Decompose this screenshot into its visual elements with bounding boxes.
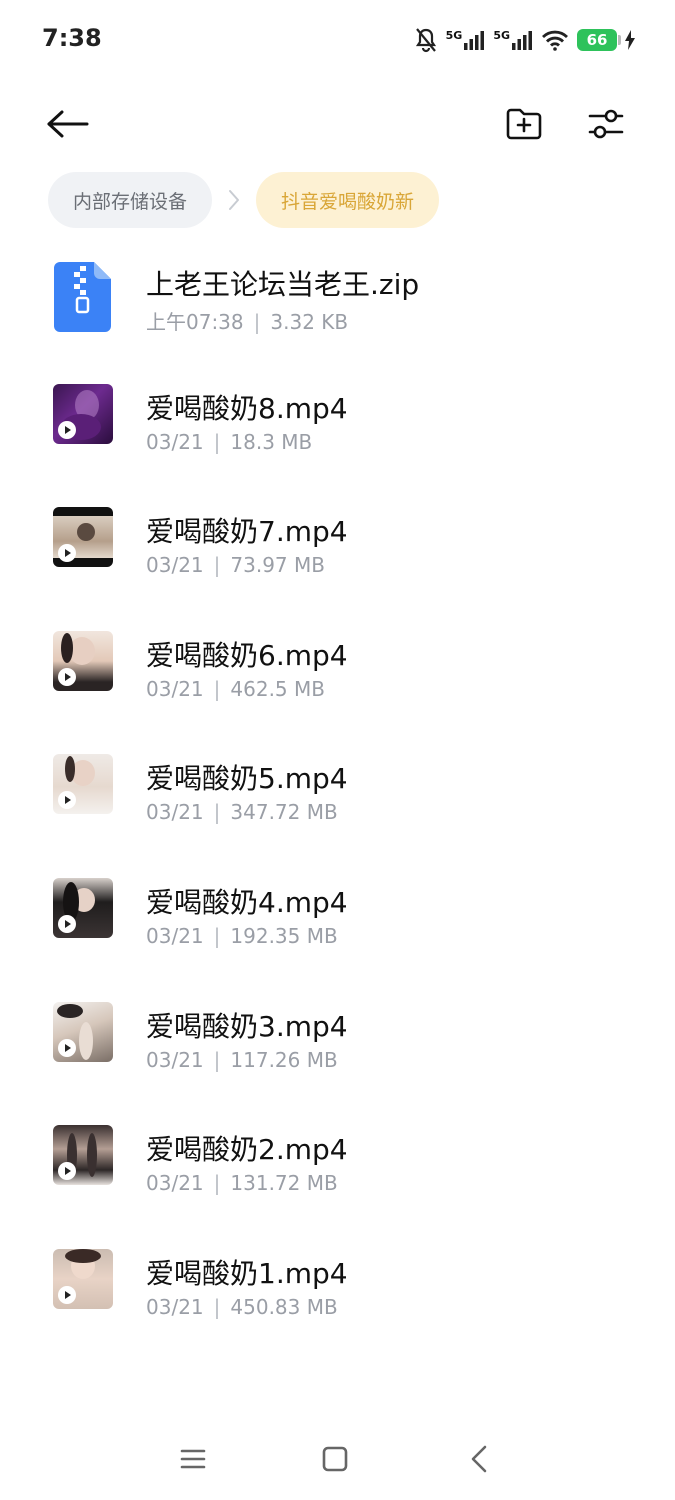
meta-separator: | [213,429,221,454]
file-date: 03/21 [146,1294,204,1319]
file-date: 03/21 [146,923,204,948]
system-back-button[interactable] [456,1438,502,1484]
status-bar: 7:38 5G 5G 66 [0,0,675,80]
meta-separator: | [213,923,221,948]
signal-5g-icon: 5G [446,29,486,51]
file-meta: 03/21 | 347.72 MB [146,800,338,824]
zip-file-icon [54,262,111,332]
status-time: 7:38 [42,24,102,52]
file-row[interactable]: 爱喝酸奶7.mp4 03/21 | 73.97 MB [0,487,675,611]
file-size: 131.72 MB [230,1171,338,1196]
file-meta: 03/21 | 131.72 MB [146,1171,338,1195]
back-button[interactable] [40,98,96,154]
file-meta: 03/21 | 462.5 MB [146,677,325,701]
play-icon [58,544,76,563]
chevron-left-icon [470,1445,488,1477]
file-row[interactable]: 爱喝酸奶6.mp4 03/21 | 462.5 MB [0,611,675,735]
file-date: 03/21 [146,1047,204,1072]
play-icon [58,1285,76,1304]
file-date: 03/21 [146,1171,204,1196]
file-name: 爱喝酸奶4.mp4 [146,885,348,919]
video-thumbnail [53,754,113,815]
meta-separator: | [213,800,221,825]
file-name: 爱喝酸奶8.mp4 [146,391,348,425]
file-date: 03/21 [146,800,204,825]
file-name: 爱喝酸奶7.mp4 [146,515,348,549]
file-row[interactable]: 爱喝酸奶1.mp4 03/21 | 450.83 MB [0,1229,675,1353]
file-meta: 上午07:38 | 3.32 KB [146,306,348,335]
chevron-right-icon [212,189,256,211]
file-size: 192.35 MB [230,923,338,948]
file-row[interactable]: 爱喝酸奶5.mp4 03/21 | 347.72 MB [0,734,675,858]
play-icon [58,420,76,439]
file-name: 爱喝酸奶6.mp4 [146,638,348,672]
new-folder-icon [505,107,543,145]
new-folder-button[interactable] [496,98,552,154]
home-button[interactable] [312,1438,358,1484]
meta-separator: | [213,1047,221,1072]
video-thumbnail [53,630,113,691]
file-size: 462.5 MB [230,676,325,701]
signal-5g-icon: 5G [493,29,533,51]
file-name: 爱喝酸奶2.mp4 [146,1133,348,1167]
mute-bell-icon [414,27,438,53]
meta-separator: | [213,676,221,701]
file-size: 117.26 MB [230,1047,338,1072]
file-date: 03/21 [146,553,204,578]
filter-sliders-icon [587,106,625,146]
file-row[interactable]: 爱喝酸奶4.mp4 03/21 | 192.35 MB [0,858,675,982]
file-row[interactable]: 上老王论坛当老王.zip 上午07:38 | 3.32 KB [0,240,675,364]
recent-apps-button[interactable] [170,1438,216,1484]
meta-separator: | [253,310,261,334]
meta-separator: | [213,1294,221,1319]
video-thumbnail [53,507,113,568]
file-date: 03/21 [146,429,204,454]
file-meta: 03/21 | 117.26 MB [146,1048,338,1072]
menu-icon [180,1447,206,1475]
file-size: 3.32 KB [270,310,349,334]
video-thumbnail [53,1001,113,1062]
play-icon [58,914,76,933]
wifi-icon [541,29,569,51]
file-size: 73.97 MB [230,553,325,578]
video-thumbnail [53,383,113,444]
system-nav-bar [0,1428,675,1492]
play-icon [58,791,76,810]
file-row[interactable]: 爱喝酸奶8.mp4 03/21 | 18.3 MB [0,364,675,488]
file-size: 450.83 MB [230,1294,338,1319]
file-date: 上午07:38 [146,310,244,334]
sort-filter-button[interactable] [578,98,634,154]
battery-indicator: 66 [577,29,621,51]
file-date: 03/21 [146,676,204,701]
meta-separator: | [213,553,221,578]
file-size: 347.72 MB [230,800,338,825]
file-row[interactable]: 爱喝酸奶3.mp4 03/21 | 117.26 MB [0,982,675,1106]
toolbar [0,90,675,160]
file-name: 爱喝酸奶3.mp4 [146,1009,348,1043]
video-thumbnail [53,1248,113,1309]
breadcrumb-current[interactable]: 抖音爱喝酸奶新 [256,172,440,228]
play-icon [58,1038,76,1057]
meta-separator: | [213,1171,221,1196]
file-row[interactable]: 爱喝酸奶2.mp4 03/21 | 131.72 MB [0,1105,675,1229]
file-name: 爱喝酸奶5.mp4 [146,762,348,796]
play-icon [58,1162,76,1181]
file-meta: 03/21 | 18.3 MB [146,430,312,454]
file-name: 爱喝酸奶1.mp4 [146,1256,348,1290]
file-meta: 03/21 | 192.35 MB [146,924,338,948]
file-meta: 03/21 | 73.97 MB [146,553,325,577]
charging-bolt-icon [625,30,635,50]
play-icon [58,667,76,686]
breadcrumb: 内部存储设备 抖音爱喝酸奶新 [48,172,440,228]
back-arrow-icon [46,109,90,143]
video-thumbnail [53,1125,113,1186]
breadcrumb-root[interactable]: 内部存储设备 [48,172,213,228]
video-thumbnail [53,877,113,938]
file-size: 18.3 MB [230,429,313,454]
file-name: 上老王论坛当老王.zip [146,268,420,301]
file-meta: 03/21 | 450.83 MB [146,1295,338,1319]
status-icons: 5G 5G 66 [414,22,635,58]
home-square-icon [322,1446,348,1476]
file-list: 上老王论坛当老王.zip 上午07:38 | 3.32 KB 爱喝酸奶8.mp4 0… [0,240,675,1352]
